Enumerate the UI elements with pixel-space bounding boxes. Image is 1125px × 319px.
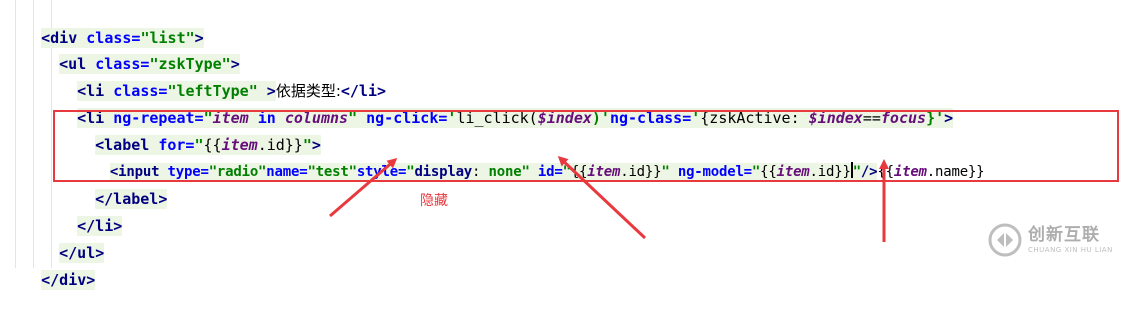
- watermark-name: 创新互联: [1028, 224, 1100, 245]
- tag-div-close: </div>: [41, 270, 96, 290]
- arrow-to-style: [329, 158, 398, 218]
- annotation-arrows: [329, 155, 889, 242]
- annotation-label: 隐藏: [420, 193, 448, 209]
- watermark: 创新互联 CHUANG XIN HU LIAN: [988, 218, 1125, 262]
- watermark-subtitle: CHUANG XIN HU LIAN: [1028, 245, 1113, 254]
- watermark-logo-icon: [988, 223, 1022, 257]
- arrow-to-none: [557, 155, 647, 240]
